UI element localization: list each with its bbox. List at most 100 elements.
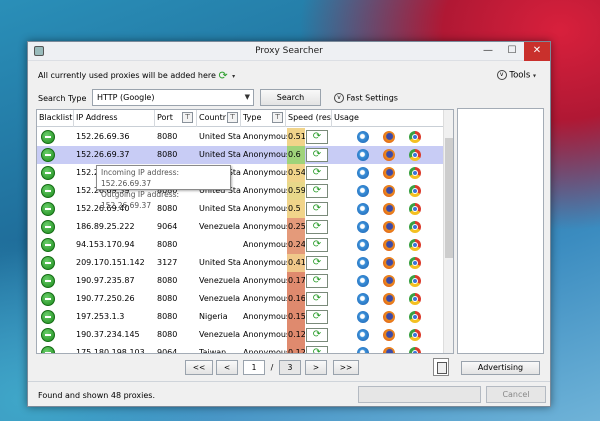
advertising-button[interactable]: Advertising <box>461 361 540 375</box>
table-row[interactable]: 152.26.69.408080United StatesAnonymous0.… <box>37 200 445 218</box>
chrome-icon[interactable] <box>409 239 421 251</box>
chrome-icon[interactable] <box>409 167 421 179</box>
filter-icon[interactable]: ⊤ <box>182 112 193 123</box>
internet-explorer-icon[interactable] <box>357 203 369 215</box>
next-page-button[interactable]: > <box>305 360 327 375</box>
internet-explorer-icon[interactable] <box>357 221 369 233</box>
chrome-icon[interactable] <box>409 149 421 161</box>
chevron-down-icon[interactable]: ▾ <box>232 73 235 80</box>
refresh-icon[interactable]: ⟳ <box>306 220 328 234</box>
blacklist-toggle-icon[interactable] <box>41 130 55 144</box>
table-row[interactable]: 197.253.1.3 8080 Nigeria Anonymous 0.15 ⟳ <box>37 308 445 326</box>
minimize-button[interactable]: — <box>476 42 500 61</box>
firefox-icon[interactable] <box>383 185 395 197</box>
table-row[interactable]: 190.37.234.145 8080 Venezuela Anonymous 0.12… <box>37 326 445 344</box>
filter-icon[interactable]: ⊤ <box>272 112 283 123</box>
refresh-icon[interactable]: ⟳ <box>306 166 328 180</box>
prev-page-button[interactable]: < <box>216 360 238 375</box>
blacklist-toggle-icon[interactable] <box>41 292 55 306</box>
refresh-icon[interactable]: ⟳ <box>306 184 328 198</box>
firefox-icon[interactable] <box>383 257 395 269</box>
internet-explorer-icon[interactable] <box>357 185 369 197</box>
table-row[interactable]: 190.77.250.26 8080 Venezuela Anonymous 0.16 ⟳ <box>37 290 445 308</box>
cancel-button[interactable]: Cancel <box>486 386 546 403</box>
chrome-icon[interactable] <box>409 293 421 305</box>
vertical-scrollbar[interactable] <box>443 110 453 353</box>
firefox-icon[interactable] <box>383 275 395 287</box>
blacklist-toggle-icon[interactable] <box>41 184 55 198</box>
internet-explorer-icon[interactable] <box>357 275 369 287</box>
firefox-icon[interactable] <box>383 293 395 305</box>
table-row[interactable]: 152.26.69.37 8080 United StatesAnonymous0.… <box>37 146 445 164</box>
internet-explorer-icon[interactable] <box>357 131 369 143</box>
refresh-icon[interactable]: ⟳ <box>306 130 328 144</box>
export-icon[interactable] <box>433 358 449 376</box>
blacklist-toggle-icon[interactable] <box>41 256 55 270</box>
internet-explorer-icon[interactable] <box>357 149 369 161</box>
chrome-icon[interactable] <box>409 257 421 269</box>
refresh-icon[interactable]: ⟳ <box>306 274 328 288</box>
refresh-icon[interactable]: ⟳ <box>306 256 328 270</box>
internet-explorer-icon[interactable] <box>357 311 369 323</box>
blacklist-toggle-icon[interactable] <box>41 166 55 180</box>
refresh-icon[interactable]: ⟳ <box>306 310 328 324</box>
internet-explorer-icon[interactable] <box>357 329 369 341</box>
firefox-icon[interactable] <box>383 131 395 143</box>
firefox-icon[interactable] <box>383 311 395 323</box>
internet-explorer-icon[interactable] <box>357 293 369 305</box>
refresh-icon[interactable]: ⟳ <box>306 202 328 216</box>
fast-settings-button[interactable]: v Fast Settings <box>334 93 398 103</box>
first-page-button[interactable]: << <box>185 360 213 375</box>
refresh-icon[interactable]: ⟳ <box>306 238 328 252</box>
chrome-icon[interactable] <box>409 275 421 287</box>
refresh-icon[interactable]: ⟳ <box>219 70 230 81</box>
scroll-thumb[interactable] <box>445 138 453 258</box>
blacklist-toggle-icon[interactable] <box>41 310 55 324</box>
chrome-icon[interactable] <box>409 329 421 341</box>
chrome-icon[interactable] <box>409 203 421 215</box>
chrome-icon[interactable] <box>409 347 421 353</box>
chrome-icon[interactable] <box>409 185 421 197</box>
refresh-icon[interactable]: ⟳ <box>306 328 328 342</box>
blacklist-toggle-icon[interactable] <box>41 328 55 342</box>
firefox-icon[interactable] <box>383 239 395 251</box>
blacklist-toggle-icon[interactable] <box>41 148 55 162</box>
table-row[interactable]: 209.170.151.142 3127 United StatesAnonymou… <box>37 254 445 272</box>
table-row[interactable]: 190.97.235.87 8080 Venezuela Anonymous 0.17 ⟳ <box>37 272 445 290</box>
search-button[interactable]: Search <box>260 89 321 106</box>
firefox-icon[interactable] <box>383 221 395 233</box>
internet-explorer-icon[interactable] <box>357 347 369 353</box>
firefox-icon[interactable] <box>383 329 395 341</box>
page-number-input[interactable]: 1 <box>243 360 265 375</box>
search-type-select[interactable]: HTTP (Google) ▼ <box>92 89 254 106</box>
table-row[interactable]: 94.153.170.94 8080 Anonymous 0.24 ⟳ <box>37 236 445 254</box>
firefox-icon[interactable] <box>383 203 395 215</box>
tools-menu[interactable]: v Tools ▾ <box>496 70 536 81</box>
chrome-icon[interactable] <box>409 221 421 233</box>
refresh-icon[interactable]: ⟳ <box>306 346 328 353</box>
table-row[interactable]: 152.26.69.36 8080 United StatesAnonymous0.… <box>37 128 445 146</box>
col-port[interactable]: Port ⊤ <box>155 110 197 127</box>
firefox-icon[interactable] <box>383 149 395 161</box>
maximize-button[interactable]: ☐ <box>500 42 524 61</box>
last-page-button[interactable]: >> <box>333 360 359 375</box>
blacklist-toggle-icon[interactable] <box>41 202 55 216</box>
blacklist-toggle-icon[interactable] <box>41 220 55 234</box>
firefox-icon[interactable] <box>383 167 395 179</box>
blacklist-toggle-icon[interactable] <box>41 346 55 353</box>
table-row[interactable]: 186.89.25.222 9064 Venezuela Anonymous 0.25 ⟳ <box>37 218 445 236</box>
col-country[interactable]: Countr ⊤ <box>197 110 241 127</box>
filter-icon[interactable]: ⊤ <box>227 112 238 123</box>
col-ip[interactable]: IP Address <box>74 110 155 127</box>
internet-explorer-icon[interactable] <box>357 239 369 251</box>
col-speed[interactable]: Speed (res <box>286 110 332 127</box>
internet-explorer-icon[interactable] <box>357 167 369 179</box>
refresh-icon[interactable]: ⟳ <box>306 292 328 306</box>
blacklist-toggle-icon[interactable] <box>41 238 55 252</box>
blacklist-toggle-icon[interactable] <box>41 274 55 288</box>
firefox-icon[interactable] <box>383 347 395 353</box>
table-row[interactable]: 175.180.198.103 9064 Taiwan Anonymous 0.12 ⟳ <box>37 344 445 353</box>
col-type[interactable]: Type ⊤ <box>241 110 286 127</box>
col-blacklist[interactable]: Blacklist <box>37 110 74 127</box>
close-button[interactable]: ✕ <box>524 42 550 61</box>
